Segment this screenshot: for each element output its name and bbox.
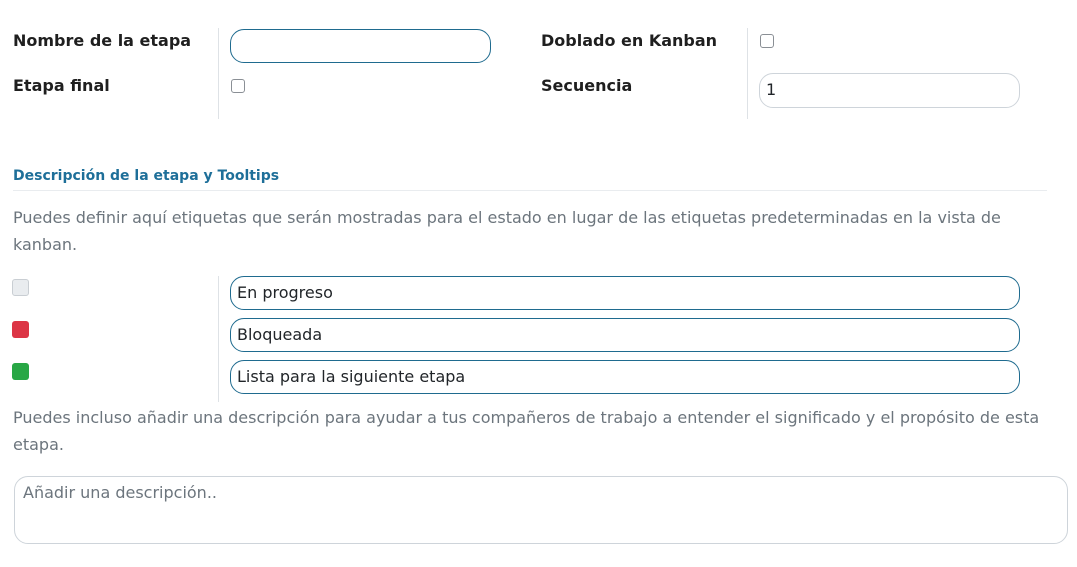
states-help-text: Puedes definir aquí etiquetas que serán … <box>13 208 1001 254</box>
stage-name-input[interactable] <box>230 29 491 63</box>
folded-kanban-label: Doblado en Kanban <box>541 31 718 50</box>
description-help-text: Puedes incluso añadir una descripción pa… <box>13 408 1040 454</box>
column-divider <box>218 276 219 402</box>
state-color-swatch <box>12 279 29 296</box>
stage-name-label: Nombre de la etapa <box>13 31 192 50</box>
state-color-swatch <box>12 321 29 338</box>
section-divider <box>13 190 1047 191</box>
sequence-input[interactable]: 1 <box>759 73 1020 108</box>
sequence-label: Secuencia <box>541 76 633 95</box>
section-title: Descripción de la etapa y Tooltips <box>13 168 280 184</box>
state-label-input-ready[interactable]: Lista para la siguiente etapa <box>230 360 1020 394</box>
state-label-input-blocked[interactable]: Bloqueada <box>230 318 1020 352</box>
description-textarea[interactable]: Añadir una descripción.. <box>14 476 1068 544</box>
final-stage-checkbox[interactable] <box>231 79 245 93</box>
state-color-swatch <box>12 363 29 380</box>
folded-kanban-checkbox[interactable] <box>760 34 774 48</box>
final-stage-label: Etapa final <box>13 76 110 95</box>
state-label-input-in-progress[interactable]: En progreso <box>230 276 1020 310</box>
column-divider <box>218 28 219 119</box>
column-divider <box>747 28 748 119</box>
